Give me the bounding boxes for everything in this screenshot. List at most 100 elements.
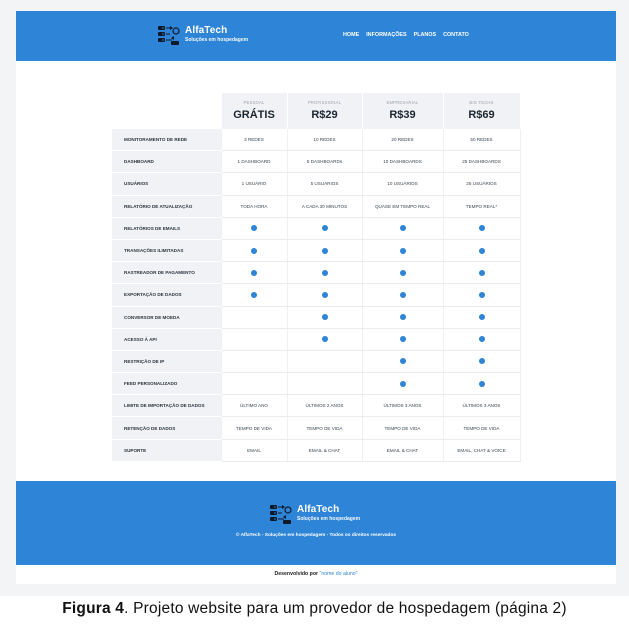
feature-value: TEMPO DE VIDA [443,416,521,440]
feature-value: TEMPO DE VIDA [221,416,288,440]
feature-label: DASHBOARD [112,150,222,174]
check-dot-icon [478,247,485,254]
feature-value: 25 USUÁRIOS [443,172,521,196]
feature-cell [362,283,444,307]
feature-value: 1 DASHBOARD [221,150,288,174]
feature-value: EMAIL, CHAT & VOICE [443,439,521,462]
feature-label: FEED PERSONALIZADO [112,372,222,396]
feature-cell [221,372,288,396]
table-row: SUPORTE EMAIL EMAIL & CHAT EMAIL & CHAT EMAI… [112,439,521,462]
check-dot-icon [321,247,328,254]
feature-value: 3 REDES [221,129,288,152]
server-network-icon [158,26,180,45]
feature-cell [287,239,363,263]
nav-home[interactable]: HOME [343,32,359,38]
feature-cell [362,372,444,396]
table-row: CONVERSOR DE MOEDA [112,306,521,329]
feature-value: 10 REDES [287,129,363,152]
feature-value: 1 USUÁRIO [221,172,288,196]
check-dot-icon [251,247,257,254]
plan-header-empresarial: EMPRESARIAL R$39 [362,93,444,129]
table-row: RETENÇÃO DE DADOS TEMPO DE VIDA TEMPO DE V… [112,416,521,440]
figure-label: Figura 4 [62,600,125,617]
plan-tier: EMPRESARIAL [386,100,419,105]
feature-cell [443,283,521,307]
feature-value: 10 USUÁRIOS [362,172,444,196]
table-row: RESTRIÇÃO DE IP [112,350,521,374]
table-row: MONITORAMENTO DE REDE 3 REDES 10 REDES 20 R… [112,129,521,152]
feature-label: RETENÇÃO DE DADOS [112,416,222,440]
plan-header-profissional: PROFISSIONAL R$29 [287,93,363,129]
plan-header-pessoal: PESSOAL GRÁTIS [221,93,288,129]
check-dot-icon [251,225,257,232]
nav-contato[interactable]: CONTATO [443,32,469,38]
feature-label: ACESSO À API [112,328,222,351]
feature-cell [362,217,444,240]
feature-cell [221,328,288,351]
feature-cell [362,239,444,263]
feature-cell [362,328,444,351]
check-dot-icon [478,314,485,321]
feature-cell [221,283,288,307]
table-row: TRANSAÇÕES ILIMITADAS [112,239,521,263]
site-footer: AlfaTech Soluções em hospedagem © AlfaTe… [16,481,616,565]
feature-value: TEMPO REAL* [443,195,521,218]
check-dot-icon [478,291,485,298]
check-dot-icon [251,291,257,298]
feature-value: TEMPO DE VIDA [287,416,363,440]
feature-value: A CADA 30 MINUTOS [287,195,363,218]
nav-informacoes[interactable]: INFORMAÇÕES [366,32,406,38]
feature-cell [221,217,288,240]
student-name-link[interactable]: "nome do aluno" [319,571,357,577]
feature-label: RELATÓRIO DE ATUALIZAÇÃO [112,195,222,218]
check-dot-icon [478,358,485,365]
check-dot-icon [321,336,328,343]
site-header: AlfaTech Soluções em hospedagem HOME INF… [16,11,616,61]
feature-cell [287,217,363,240]
table-row: DASHBOARD 1 DASHBOARD 5 DASHBOARDs 10 DASHB… [112,150,521,174]
check-dot-icon [321,269,328,276]
check-dot-icon [478,336,485,343]
table-row: USUÁRIOS 1 USUÁRIO 5 USUÁRIOS 10 USUÁRIOS 25… [112,172,521,196]
feature-cell [443,350,521,374]
feature-value: 25 DASHBOARDS [443,150,521,174]
plan-price: R$69 [468,109,495,121]
feature-label: USUÁRIOS [112,172,222,196]
plan-price: R$29 [311,109,338,121]
feature-value: TEMPO DE VIDA [362,416,444,440]
feature-value: 50 REDES [443,129,521,152]
check-dot-icon [478,269,485,276]
feature-value: EMAIL & CHAT [362,439,444,462]
feature-cell [443,261,521,285]
feature-value: 20 REDES [362,129,444,152]
website-page: AlfaTech Soluções em hospedagem HOME INF… [16,11,616,584]
nav-planos[interactable]: PLANOS [414,32,436,38]
pricing-table: PESSOAL GRÁTIS PROFISSIONAL R$29 EMPRESA… [112,93,521,462]
check-dot-icon [399,336,406,343]
feature-value: QUASE EM TEMPO REAL [362,195,444,218]
plan-price: R$39 [389,109,416,121]
feature-value: 5 USUÁRIOS [287,172,363,196]
table-corner [112,93,222,129]
feature-cell [443,306,521,329]
table-row: RELATÓRIO DE ATUALIZAÇÃO TODA HORA A CADA … [112,195,521,218]
feature-value: EMAIL & CHAT [287,439,363,462]
figure-caption-text: . Projeto website para um provedor de ho… [124,600,567,617]
feature-value: ÚLTIMO ANO [221,394,288,418]
feature-label: RELATÓRIOS DE EMAILS [112,217,222,240]
check-dot-icon [478,225,485,232]
table-row: LIMITE DE IMPORTAÇÃO DE DADOS ÚLTIMO ANO Ú… [112,394,521,418]
feature-cell [221,306,288,329]
plan-tier: PESSOAL [243,100,265,105]
check-dot-icon [399,314,406,321]
footer-logo[interactable]: AlfaTech Soluções em hospedagem [268,501,360,526]
feature-value: 10 DASHBOARDS [362,150,444,174]
main-nav: HOME INFORMAÇÕES PLANOS CONTATO [343,32,469,38]
feature-cell [287,306,363,329]
feature-cell [443,217,521,240]
feature-label: TRANSAÇÕES ILIMITADAS [112,239,222,263]
feature-cell [287,283,363,307]
table-row: FEED PERSONALIZADO [112,372,521,396]
header-logo[interactable]: AlfaTech Soluções em hospedagem [156,22,248,47]
check-dot-icon [399,358,406,365]
